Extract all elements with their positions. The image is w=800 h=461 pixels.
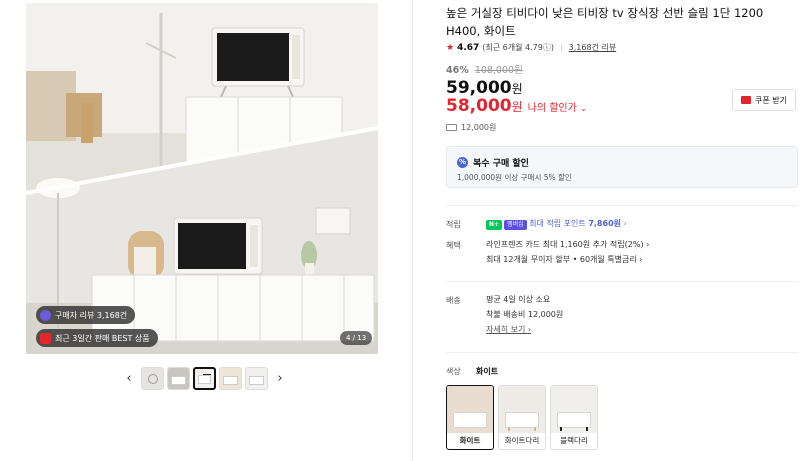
section-divider [446, 352, 798, 353]
membership-badge: 멤버십 [504, 220, 527, 230]
original-price: 108,000원 [474, 65, 523, 76]
color-option-white-legs[interactable]: 화이트다리 [498, 385, 546, 450]
option-thumbnail [499, 386, 545, 433]
gift-icon [40, 332, 51, 344]
coupon-button[interactable]: 쿠폰 받기 [732, 89, 796, 111]
my-discount-label[interactable]: 나의 할인가 ⌄ [528, 99, 587, 114]
rating-detail: (최근 6개월 4.79ⓘ) [482, 43, 554, 52]
truck-icon [446, 124, 457, 131]
product-photo-lower-illustration [26, 126, 378, 354]
column-divider [412, 0, 413, 461]
coupon-icon [741, 96, 751, 104]
thumbnail-3[interactable] [193, 367, 216, 390]
option-thumbnail [447, 386, 493, 433]
benefit-installment[interactable]: 최대 12개월 무이자 할부 • 60개월 특별금리 › [486, 252, 649, 267]
product-title: 높은 거실장 티비다이 낮은 티비장 tv 장식장 선반 슬림 1단 1200 … [446, 6, 764, 38]
color-selected-value: 화이트 [476, 367, 499, 376]
my-discount-price[interactable]: 58,000 원 나의 할인가 ⌄ [446, 96, 587, 116]
sale-price: 59,000원 [446, 78, 523, 98]
chevron-down-icon: ⌄ [580, 104, 587, 113]
points-text: 최대 적립 포인트 7,860원 [529, 219, 621, 228]
delivery-label: 배송 [446, 296, 461, 305]
rating-row: ★ 4.67 (최근 6개월 4.79ⓘ) | 3,168건 리뷰 [446, 42, 616, 53]
delivery-time: 평균 4일 이상 소요 [486, 295, 551, 304]
delivery-fee: 착불 배송비 12,000원 [486, 310, 564, 319]
option-thumbnail [551, 386, 597, 433]
thumbnail-nav: ‹ › [120, 367, 289, 390]
points-row[interactable]: N+ 멤버십 최대 적립 포인트 7,860원 › [486, 216, 627, 231]
badge-reviews: 구매자 리뷰 3,168건 [36, 306, 136, 324]
thumbnail-2[interactable] [167, 367, 190, 390]
color-option-white[interactable]: 화이트 [446, 385, 494, 450]
discount-row: 46% 108,000원 [446, 62, 523, 76]
color-option-black-legs[interactable]: 블랙다리 [550, 385, 598, 450]
delivery-details-link[interactable]: 자세히 보기 › [486, 322, 563, 337]
benefits-label: 혜택 [446, 241, 461, 250]
chevron-right-icon: › [623, 219, 627, 228]
benefit-card-points[interactable]: 라인프렌즈 카드 최대 1,160원 추가 적립(2%) › [486, 237, 649, 252]
thumb-prev-button[interactable]: ‹ [120, 371, 138, 386]
thumb-next-button[interactable]: › [271, 371, 289, 386]
review-icon [40, 309, 51, 321]
image-counter: 4 / 13 [340, 331, 373, 345]
section-divider [446, 281, 798, 282]
multi-discount-detail: 1,000,000원 이상 구매시 5% 할인 [457, 173, 572, 182]
star-icon: ★ [446, 42, 455, 53]
naver-plus-badge: N+ [486, 220, 503, 230]
multi-discount-title: 복수 구매 할인 [473, 159, 529, 169]
thumbnail-4[interactable] [219, 367, 242, 390]
points-label: 적립 [446, 220, 461, 229]
shipping-fee-row: 12,000원 [446, 122, 496, 133]
section-divider [446, 205, 798, 206]
discount-percent: 46% [446, 65, 469, 76]
thumbnail-5[interactable] [245, 367, 268, 390]
percent-icon: % [457, 157, 468, 168]
color-label: 색상 [446, 367, 461, 376]
product-main-image[interactable] [26, 3, 378, 354]
rating-separator: | [559, 43, 563, 52]
benefits-list: 라인프렌즈 카드 최대 1,160원 추가 적립(2%) › 최대 12개월 무… [486, 237, 649, 267]
delivery-info: 평균 4일 이상 소요 착불 배송비 12,000원 자세히 보기 › [486, 292, 563, 337]
multi-purchase-discount-box: % 복수 구매 할인 1,000,000원 이상 구매시 5% 할인 [446, 146, 798, 188]
review-count-link[interactable]: 3,168건 리뷰 [569, 42, 617, 53]
badge-best-seller: 최근 3일간 판매 BEST 상품 [36, 329, 158, 347]
rating-score: 4.67 [457, 42, 480, 53]
thumbnail-1[interactable] [141, 367, 164, 390]
